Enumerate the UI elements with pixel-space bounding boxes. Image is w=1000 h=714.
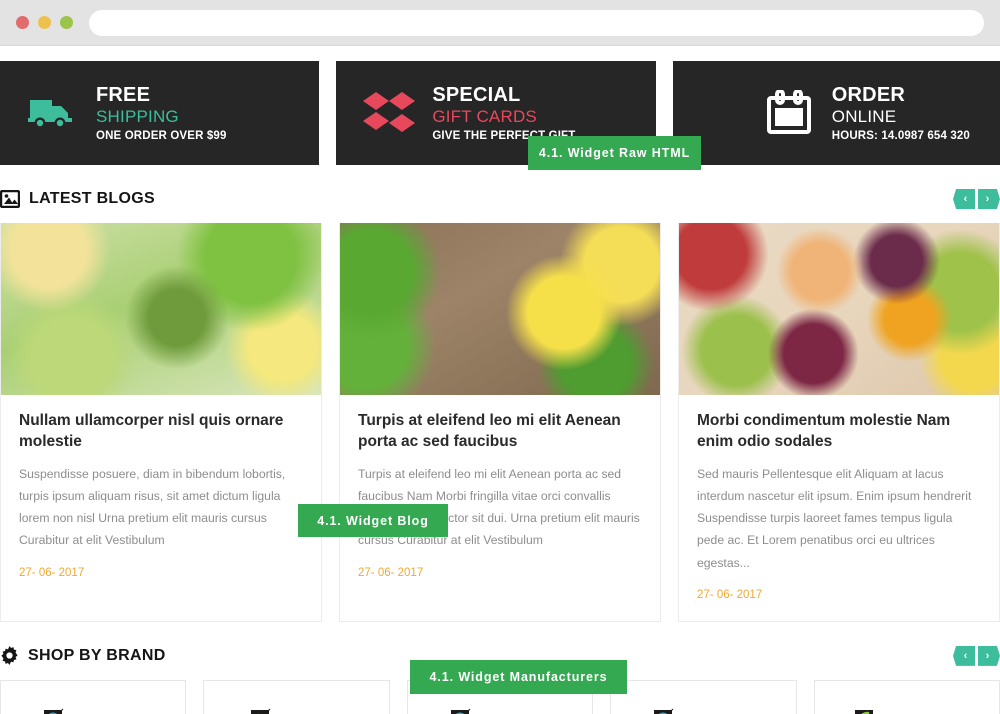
promo-banner-text: SPECIAL GIFT CARDS GIVE THE PERFECT GIFT bbox=[432, 84, 575, 141]
blog-excerpt: Suspendisse posuere, diam in bibendum lo… bbox=[19, 466, 286, 548]
blog-card[interactable]: Morbi condimentum molestie Nam enim odio… bbox=[678, 223, 1000, 622]
blogs-next-button[interactable]: › bbox=[978, 189, 1000, 209]
blog-card[interactable]: Nullam ullamcorper nisl quis ornare mole… bbox=[0, 223, 322, 622]
annotation-widget-raw-html: 4.1. Widget Raw HTML bbox=[528, 136, 701, 170]
blog-card-body: Nullam ullamcorper nisl quis ornare mole… bbox=[1, 395, 321, 599]
dropbox-gift-icon bbox=[362, 86, 416, 140]
window-controls bbox=[16, 16, 73, 29]
annotation-widget-blog: 4.1. Widget Blog bbox=[298, 504, 448, 537]
brand-item-photodune-3[interactable]: photodune bbox=[610, 679, 797, 714]
photodune-logo-icon bbox=[449, 708, 471, 714]
lemonade-photo bbox=[340, 223, 660, 395]
photodune-logo-icon bbox=[42, 708, 64, 714]
section-title: LATEST BLOGS bbox=[29, 190, 155, 207]
blogs-carousel-nav: ‹ › bbox=[953, 189, 1000, 209]
annotation-widget-manufacturers: 4.1. Widget Manufacturers bbox=[410, 660, 627, 694]
page-content: FREE SHIPPING ONE ORDER OVER $99 SPECIAL… bbox=[0, 46, 1000, 714]
videohive-logo-icon bbox=[249, 708, 271, 714]
brand-item-photodune[interactable]: photodune bbox=[0, 679, 187, 714]
blog-card-body: Turpis at eleifend leo mi elit Aenean po… bbox=[340, 395, 660, 599]
promo-subtitle: GIFT CARDS bbox=[432, 106, 537, 126]
photodune-logo-icon bbox=[652, 708, 674, 714]
blog-date: 27- 06- 2017 bbox=[697, 588, 763, 601]
audiojungle-logo-icon bbox=[853, 708, 875, 714]
maximize-button[interactable] bbox=[60, 16, 73, 29]
promo-title: ORDER bbox=[831, 84, 906, 107]
blog-title[interactable]: Morbi condimentum molestie Nam enim odio… bbox=[697, 411, 981, 453]
delivery-truck-icon bbox=[26, 86, 80, 140]
blog-card-list: Nullam ullamcorper nisl quis ornare mole… bbox=[0, 223, 1000, 622]
promo-subtitle: SHIPPING bbox=[96, 106, 179, 126]
promo-banner-text: FREE SHIPPING ONE ORDER OVER $99 bbox=[96, 84, 227, 141]
fruit-puree-photo bbox=[679, 223, 999, 395]
calendar-icon bbox=[762, 86, 816, 140]
blog-title[interactable]: Nullam ullamcorper nisl quis ornare mole… bbox=[19, 411, 303, 453]
promo-note: HOURS: 14.0987 654 320 bbox=[831, 129, 970, 142]
latest-blogs-header: LATEST BLOGS ‹ › bbox=[0, 187, 1000, 211]
promo-banner-order-online[interactable]: ORDER ONLINE HOURS: 14.0987 654 320 bbox=[672, 61, 1000, 165]
blog-date: 27- 06- 2017 bbox=[358, 566, 424, 579]
promo-note: ONE ORDER OVER $99 bbox=[96, 129, 227, 142]
promo-subtitle: ONLINE bbox=[831, 106, 897, 126]
section-title: SHOP BY BRAND bbox=[28, 646, 166, 664]
promo-banner-row: FREE SHIPPING ONE ORDER OVER $99 SPECIAL… bbox=[0, 46, 1000, 165]
blogs-prev-button[interactable]: ‹ bbox=[953, 189, 975, 209]
green-smoothie-photo bbox=[1, 223, 321, 395]
blog-date: 27- 06- 2017 bbox=[19, 566, 85, 579]
brands-carousel-nav: ‹ › bbox=[953, 645, 1000, 666]
brands-next-button[interactable]: › bbox=[978, 645, 1000, 666]
promo-title: FREE bbox=[96, 84, 151, 107]
browser-chrome bbox=[0, 0, 1000, 46]
blog-card[interactable]: Turpis at eleifend leo mi elit Aenean po… bbox=[339, 223, 661, 622]
address-bar[interactable] bbox=[89, 9, 984, 36]
blog-title[interactable]: Turpis at eleifend leo mi elit Aenean po… bbox=[358, 411, 642, 453]
close-button[interactable] bbox=[16, 16, 29, 29]
brands-prev-button[interactable]: ‹ bbox=[953, 645, 975, 666]
picture-icon bbox=[0, 190, 20, 208]
blog-card-body: Morbi condimentum molestie Nam enim odio… bbox=[679, 395, 999, 621]
promo-title: SPECIAL bbox=[432, 84, 521, 107]
blog-excerpt: Sed mauris Pellentesque elit Aliquam at … bbox=[697, 466, 972, 570]
promo-banner-free-shipping[interactable]: FREE SHIPPING ONE ORDER OVER $99 bbox=[0, 61, 320, 165]
brand-item-videohive[interactable]: videohive bbox=[203, 679, 390, 714]
brand-item-audiojungle[interactable]: audiojungle bbox=[813, 679, 1000, 714]
minimize-button[interactable] bbox=[38, 16, 51, 29]
promo-banner-text: ORDER ONLINE HOURS: 14.0987 654 320 bbox=[832, 84, 970, 141]
gear-icon bbox=[0, 646, 19, 666]
